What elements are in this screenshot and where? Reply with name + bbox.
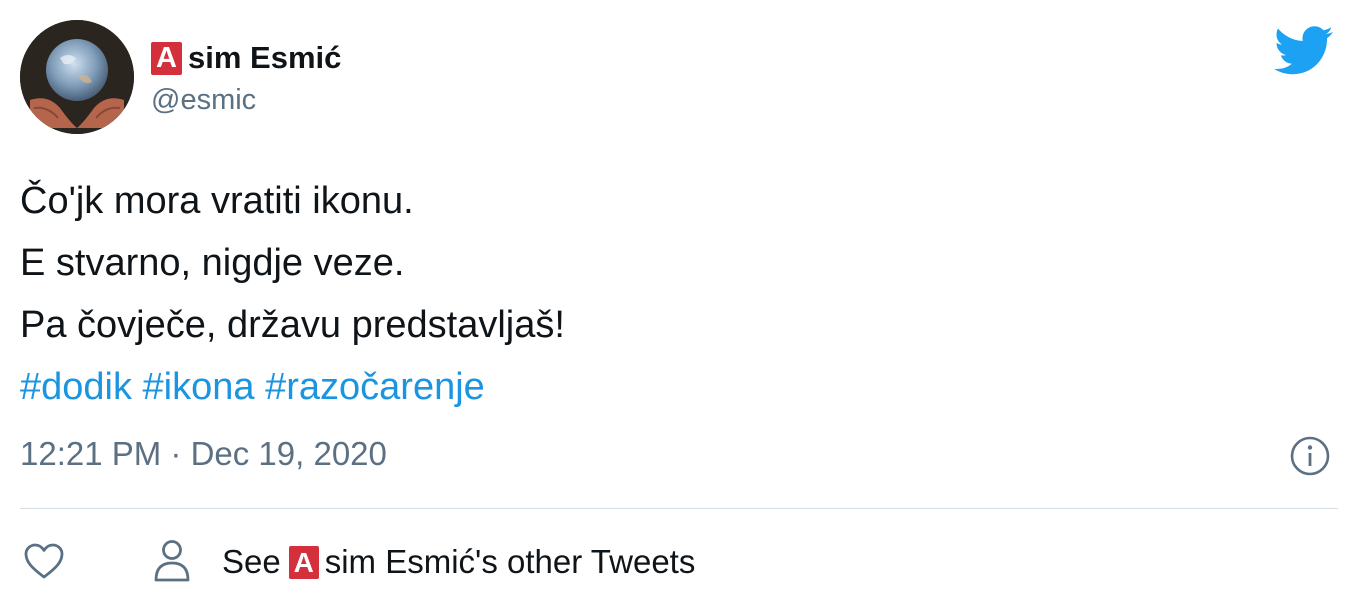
info-icon[interactable] bbox=[1288, 434, 1332, 478]
person-icon[interactable] bbox=[152, 538, 192, 584]
hashtags: #dodik #ikona #razočarenje bbox=[20, 356, 1320, 418]
tweet-timestamp[interactable]: 12:21 PM · Dec 19, 2020 bbox=[20, 435, 387, 473]
author-handle[interactable]: @esmic bbox=[151, 84, 256, 117]
author-name[interactable]: A sim Esmić bbox=[151, 38, 341, 78]
heart-icon[interactable] bbox=[22, 541, 66, 581]
tweet-line: Čo'jk mora vratiti ikonu. bbox=[20, 180, 414, 222]
tweet-line: E stvarno, nigdje veze. bbox=[20, 242, 405, 284]
see-suffix: sim Esmić's other Tweets bbox=[324, 543, 696, 580]
author-name-text: sim Esmić bbox=[188, 40, 342, 75]
name-badge: A bbox=[288, 545, 319, 579]
tweet-line: Pa čovječe, državu predstavljaš! bbox=[20, 304, 565, 346]
hashtag-link[interactable]: #ikona bbox=[143, 366, 255, 408]
avatar[interactable] bbox=[20, 20, 134, 134]
divider bbox=[20, 508, 1338, 509]
twitter-bird-icon[interactable] bbox=[1274, 26, 1334, 76]
name-badge: A bbox=[151, 41, 182, 75]
tweet-text: Čo'jk mora vratiti ikonu. E stvarno, nig… bbox=[20, 170, 1320, 418]
globe-in-hands-image bbox=[20, 20, 134, 134]
see-other-tweets-link[interactable]: See A sim Esmić's other Tweets bbox=[222, 538, 695, 586]
see-prefix: See bbox=[222, 543, 281, 580]
hashtag-link[interactable]: #razočarenje bbox=[265, 366, 485, 408]
hashtag-link[interactable]: #dodik bbox=[20, 366, 132, 408]
